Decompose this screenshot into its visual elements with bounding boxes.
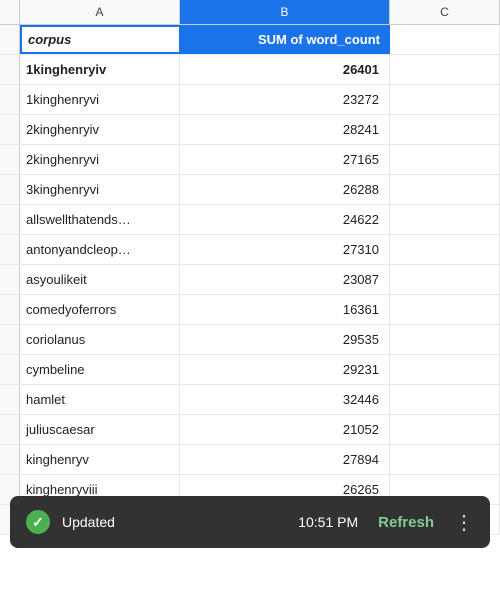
row-number xyxy=(0,355,20,384)
data-rows: corpus SUM of word_count 1kinghenryiv264… xyxy=(0,25,500,535)
table-row: allswellthatends…24622 xyxy=(0,205,500,235)
col-c-cell xyxy=(390,445,500,474)
spreadsheet: A B C corpus SUM of word_count 1kinghenr… xyxy=(0,0,500,598)
corpus-cell[interactable]: juliuscaesar xyxy=(20,415,180,444)
col-c-cell xyxy=(390,355,500,384)
col-c-cell xyxy=(390,385,500,414)
more-options-button[interactable]: ⋮ xyxy=(454,510,474,535)
corpus-cell[interactable]: 1kinghenryvi xyxy=(20,85,180,114)
table-row: 2kinghenryiv28241 xyxy=(0,115,500,145)
table-row: 1kinghenryvi23272 xyxy=(0,85,500,115)
table-row: kinghenryv27894 xyxy=(0,445,500,475)
table-row: antonyandcleop…27310 xyxy=(0,235,500,265)
wordcount-cell: 23272 xyxy=(180,85,390,114)
corpus-cell[interactable]: 2kinghenryiv xyxy=(20,115,180,144)
row-number xyxy=(0,175,20,204)
col-c-header-cell xyxy=(390,25,500,54)
table-row: 2kinghenryvi27165 xyxy=(0,145,500,175)
col-c-cell xyxy=(390,415,500,444)
row-num-header xyxy=(0,0,20,24)
data-rows-container: 1kinghenryiv264011kinghenryvi232722kingh… xyxy=(0,55,500,505)
table-row: comedyoferrors16361 xyxy=(0,295,500,325)
wordcount-cell: 21052 xyxy=(180,415,390,444)
corpus-cell[interactable]: hamlet xyxy=(20,385,180,414)
col-c-cell xyxy=(390,295,500,324)
corpus-header-cell[interactable]: corpus xyxy=(20,25,180,54)
refresh-button[interactable]: Refresh xyxy=(378,514,434,531)
wordcount-cell: 16361 xyxy=(180,295,390,324)
check-icon xyxy=(26,510,50,534)
row-number xyxy=(0,325,20,354)
row-number xyxy=(0,295,20,324)
corpus-cell[interactable]: comedyoferrors xyxy=(20,295,180,324)
corpus-cell[interactable]: coriolanus xyxy=(20,325,180,354)
col-c-cell xyxy=(390,145,500,174)
col-c-cell xyxy=(390,175,500,204)
table-row: juliuscaesar21052 xyxy=(0,415,500,445)
table-row: corpus SUM of word_count xyxy=(0,25,500,55)
corpus-cell[interactable]: asyoulikeit xyxy=(20,265,180,294)
wordcount-cell: 24622 xyxy=(180,205,390,234)
corpus-cell[interactable]: 2kinghenryvi xyxy=(20,145,180,174)
row-number xyxy=(0,415,20,444)
wordcount-cell: 27894 xyxy=(180,445,390,474)
col-c-cell xyxy=(390,115,500,144)
col-header-a[interactable]: A xyxy=(20,0,180,24)
col-header-b[interactable]: B xyxy=(180,0,390,24)
corpus-cell[interactable]: kinghenryv xyxy=(20,445,180,474)
wordcount-cell: 32446 xyxy=(180,385,390,414)
table-row: coriolanus29535 xyxy=(0,325,500,355)
row-number xyxy=(0,205,20,234)
row-number xyxy=(0,55,20,84)
row-number xyxy=(0,235,20,264)
row-number xyxy=(0,115,20,144)
row-number xyxy=(0,145,20,174)
wordcount-cell: 26288 xyxy=(180,175,390,204)
corpus-cell[interactable]: cymbeline xyxy=(20,355,180,384)
row-number xyxy=(0,25,20,54)
table-row: hamlet32446 xyxy=(0,385,500,415)
row-number xyxy=(0,85,20,114)
corpus-cell[interactable]: 3kinghenryvi xyxy=(20,175,180,204)
sum-header-cell[interactable]: SUM of word_count xyxy=(180,25,390,54)
toast-status: Updated xyxy=(62,514,282,530)
col-c-cell xyxy=(390,265,500,294)
table-row: asyoulikeit23087 xyxy=(0,265,500,295)
toast-time: 10:51 PM xyxy=(298,514,358,530)
wordcount-cell: 29231 xyxy=(180,355,390,384)
wordcount-cell: 29535 xyxy=(180,325,390,354)
wordcount-cell: 28241 xyxy=(180,115,390,144)
toast-notification: Updated 10:51 PM Refresh ⋮ xyxy=(10,496,490,548)
column-headers: A B C xyxy=(0,0,500,25)
col-c-cell xyxy=(390,85,500,114)
wordcount-cell: 27165 xyxy=(180,145,390,174)
table-row: cymbeline29231 xyxy=(0,355,500,385)
col-header-c[interactable]: C xyxy=(390,0,500,24)
wordcount-cell: 26401 xyxy=(180,55,390,84)
row-number xyxy=(0,385,20,414)
corpus-cell[interactable]: 1kinghenryiv xyxy=(20,55,180,84)
col-c-cell xyxy=(390,325,500,354)
table-row: 3kinghenryvi26288 xyxy=(0,175,500,205)
row-number xyxy=(0,445,20,474)
corpus-cell[interactable]: antonyandcleop… xyxy=(20,235,180,264)
wordcount-cell: 27310 xyxy=(180,235,390,264)
col-c-cell xyxy=(390,235,500,264)
corpus-cell[interactable]: allswellthatends… xyxy=(20,205,180,234)
col-c-cell xyxy=(390,205,500,234)
col-c-cell xyxy=(390,55,500,84)
wordcount-cell: 23087 xyxy=(180,265,390,294)
row-number xyxy=(0,265,20,294)
table-row: 1kinghenryiv26401 xyxy=(0,55,500,85)
